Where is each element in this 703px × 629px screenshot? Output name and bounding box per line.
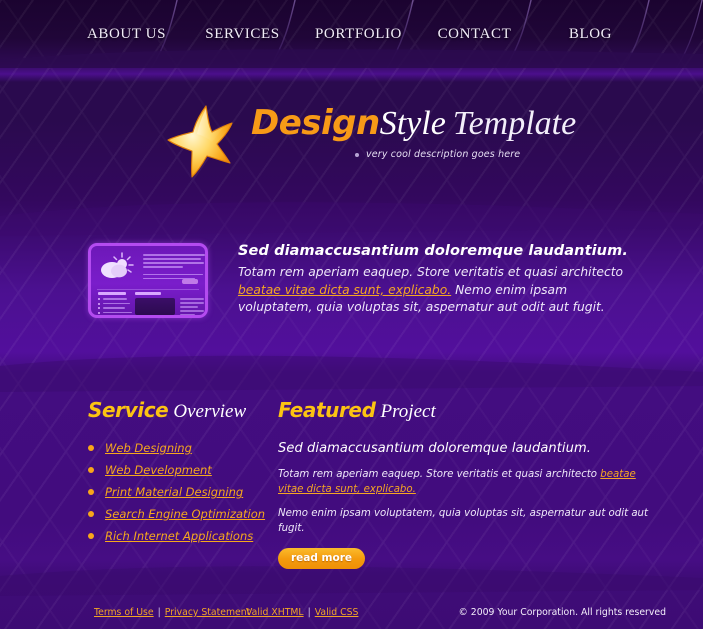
nav-item-blog[interactable]: BLOG: [533, 26, 649, 43]
logo-word-template: Template: [452, 105, 577, 142]
footer-link-privacy-statement[interactable]: Privacy Statement: [165, 607, 251, 618]
read-more-button[interactable]: read more: [278, 548, 366, 569]
service-heading-light: Overview: [173, 401, 247, 422]
thumbnail-heading-left: [98, 292, 126, 295]
thumbnail-heading-right: [135, 292, 161, 295]
list-item[interactable]: Rich Internet Applications: [88, 529, 270, 543]
featured-heading-light: Project: [380, 401, 436, 422]
footer-link-valid-xhtml[interactable]: Valid XHTML: [246, 607, 304, 618]
site-logo[interactable]: DesignStyle Template very cool descriptio…: [163, 97, 576, 179]
thumbnail-text-lines: [143, 254, 205, 282]
service-section-heading: Service Overview: [88, 398, 270, 424]
footer-link-valid-css[interactable]: Valid CSS: [315, 607, 359, 618]
logo-title: DesignStyle Template: [251, 105, 576, 142]
footer-link-terms-of-use[interactable]: Terms of Use: [94, 607, 154, 618]
intro-inline-link[interactable]: beatae vitae dicta sunt, explicabo.: [238, 283, 451, 297]
nav-item-about-us[interactable]: ABOUT US: [69, 26, 185, 43]
service-heading-strong: Service: [88, 398, 169, 422]
thumbnail-button: [182, 279, 198, 284]
service-list: Web Designing Web Development Print Mate…: [88, 441, 270, 543]
logo-tagline-text: very cool description goes here: [366, 149, 521, 160]
nav-item-services[interactable]: SERVICES: [185, 26, 301, 43]
nav-item-contact[interactable]: CONTACT: [417, 26, 533, 43]
preview-thumbnail[interactable]: [88, 243, 208, 318]
thumbnail-bullet-list: [98, 298, 132, 315]
featured-project-column: Featured Project Sed diamaccusantium dolo…: [278, 398, 663, 569]
featured-heading-strong: Featured: [278, 398, 376, 422]
footer-copyright: © 2009 Your Corporation. All rights rese…: [458, 607, 666, 618]
bullet-dot-icon: [88, 467, 94, 473]
service-overview-column: Service Overview Web Designing Web Develo…: [88, 398, 270, 569]
bullet-dot-icon: [88, 489, 94, 495]
featured-text-before: Totam rem aperiam eaquep. Store veritati…: [278, 469, 601, 480]
featured-section-heading: Featured Project: [278, 398, 663, 424]
bullet-dot-icon: [88, 445, 94, 451]
featured-paragraph-2: Nemo enim ipsam voluptatem, quia volupta…: [278, 508, 649, 534]
list-item[interactable]: Print Material Designing: [88, 485, 270, 499]
logo-text-group: DesignStyle Template very cool descriptio…: [251, 97, 576, 160]
intro-text-block: Sed diamaccusantium doloremque laudantiu…: [238, 243, 628, 318]
list-item[interactable]: Web Designing: [88, 441, 270, 455]
main-nav: ABOUT US SERVICES PORTFOLIO CONTACT BLOG: [0, 0, 703, 68]
content-columns: Service Overview Web Designing Web Develo…: [88, 398, 663, 569]
footer-legal-links: Terms of Use | Privacy Statement: [94, 607, 250, 618]
weather-cloud-sun-icon: [101, 252, 134, 278]
star-icon: [167, 105, 233, 178]
thumbnail-divider: [97, 289, 199, 290]
intro-section: Sed diamaccusantium doloremque laudantiu…: [88, 243, 628, 318]
list-item[interactable]: Search Engine Optimization: [88, 507, 270, 521]
service-link-print-material-designing[interactable]: Print Material Designing: [105, 485, 243, 499]
logo-word-style: Style: [379, 105, 446, 142]
footer-separator: |: [307, 607, 311, 618]
list-item[interactable]: Web Development: [88, 463, 270, 477]
thumbnail-right-lines: [180, 298, 204, 315]
service-link-rich-internet-applications[interactable]: Rich Internet Applications: [105, 529, 253, 543]
page-root: ABOUT US SERVICES PORTFOLIO CONTACT BLOG: [0, 0, 703, 629]
page-footer: Terms of Use | Privacy Statement Valid XHT…: [0, 599, 703, 629]
bullet-dot-icon: [355, 152, 359, 157]
service-link-web-development[interactable]: Web Development: [105, 463, 212, 477]
bullet-dot-icon: [88, 511, 94, 517]
featured-lead-text: Sed diamaccusantium doloremque laudantiu…: [278, 441, 591, 456]
logo-word-design: Design: [251, 103, 380, 143]
bullet-dot-icon: [88, 533, 94, 539]
footer-validation-links: Valid XHTML | Valid CSS: [246, 607, 358, 618]
intro-heading: Sed diamaccusantium doloremque laudantiu…: [238, 243, 628, 259]
logo-tagline: very cool description goes here: [355, 149, 576, 160]
service-link-web-designing[interactable]: Web Designing: [105, 441, 192, 455]
thumbnail-image-box: [135, 298, 175, 315]
intro-paragraph: Totam rem aperiam eaquep. Store veritati…: [238, 264, 628, 317]
nav-item-portfolio[interactable]: PORTFOLIO: [301, 26, 417, 43]
intro-text-before: Totam rem aperiam eaquep. Store veritati…: [238, 265, 624, 279]
top-navigation-bar: ABOUT US SERVICES PORTFOLIO CONTACT BLOG: [0, 0, 703, 68]
footer-separator: |: [157, 607, 161, 618]
service-link-search-engine-optimization[interactable]: Search Engine Optimization: [105, 507, 265, 521]
featured-paragraph-1: Totam rem aperiam eaquep. Store veritati…: [278, 467, 663, 497]
